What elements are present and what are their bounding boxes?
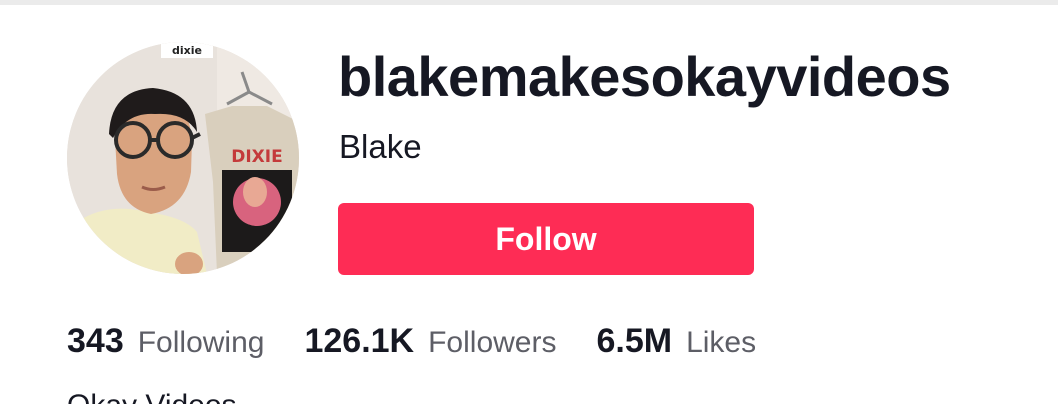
profile-stats: 343 Following 126.1K Followers 6.5M Like… [67,322,796,361]
username: blakemakesokayvideos [338,45,951,108]
avatar-photo: DIXIE dixie [67,42,299,274]
stat-following[interactable]: 343 Following [67,322,264,361]
display-name: Blake [339,128,422,165]
stat-label: Likes [686,326,757,359]
shirt-text: DIXIE [231,147,282,167]
stat-count: 343 [67,322,124,360]
profile-bio: Okay Videos [67,388,237,404]
stat-likes: 6.5M Likes [596,322,756,361]
stat-followers[interactable]: 126.1K Followers [304,322,556,361]
stat-count: 126.1K [304,322,415,360]
top-divider [0,0,1058,5]
follow-button[interactable]: Follow [338,203,754,275]
profile-page: DIXIE dixie blakemakesokayvideos Blake F… [0,0,1058,404]
stat-count: 6.5M [596,322,673,360]
avatar-sticker-text: dixie [172,44,202,57]
stat-label: Following [137,326,265,359]
stat-label: Followers [428,326,557,359]
avatar[interactable]: DIXIE dixie [67,42,299,274]
